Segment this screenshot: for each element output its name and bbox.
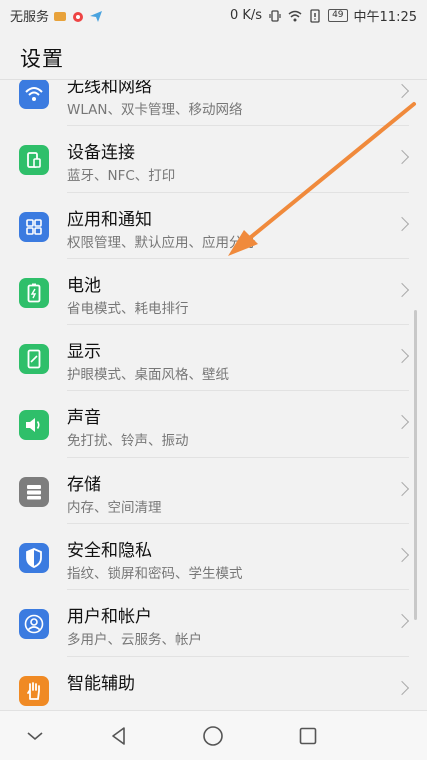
- settings-item-subtitle: 多用户、云服务、帐户: [67, 632, 202, 649]
- settings-item-title: 应用和通知: [67, 209, 152, 230]
- wifi-icon: [19, 80, 49, 109]
- settings-list-inner: 无线和网络 WLAN、双卡管理、移动网络 设备连接 蓝牙、NFC、打印 应用和通…: [0, 80, 427, 710]
- chevron-right-icon: [394, 415, 410, 430]
- weibo-icon: [73, 11, 84, 22]
- net-speed-text: 0 K/s: [229, 8, 263, 23]
- sim-alert-icon: [310, 8, 320, 23]
- settings-item-subtitle: 权限管理、默认应用、应用分身: [67, 234, 256, 251]
- settings-item-subtitle: 省电模式、耗电排行: [67, 300, 189, 317]
- chevron-right-icon: [394, 614, 410, 629]
- display-icon: [19, 344, 49, 375]
- time-text: 中午11:25: [353, 10, 417, 25]
- app-notification-icon: [54, 11, 67, 21]
- settings-item-security-privacy[interactable]: 安全和隐私 指纹、锁屏和密码、学生模式: [0, 524, 427, 591]
- chevron-right-icon: [394, 83, 410, 99]
- settings-item-apps-notifications[interactable]: 应用和通知 权限管理、默认应用、应用分身: [0, 193, 427, 259]
- chevron-down-icon[interactable]: [20, 721, 50, 751]
- sound-icon: [19, 410, 49, 441]
- header: 设置: [0, 30, 427, 80]
- settings-item-title: 电池: [67, 275, 101, 296]
- status-left: 无服务: [10, 6, 103, 25]
- settings-item-subtitle: 免打扰、铃声、振动: [67, 433, 189, 450]
- status-bar: 无服务 0 K/s 49 中午11:25: [0, 0, 427, 30]
- settings-item-title: 安全和隐私: [67, 541, 152, 562]
- settings-item-users-accounts[interactable]: 用户和帐户 多用户、云服务、帐户: [0, 590, 427, 657]
- settings-item-title: 无线和网络: [67, 80, 152, 97]
- scrollbar[interactable]: [414, 310, 417, 620]
- chevron-right-icon: [394, 282, 410, 297]
- settings-item-wireless[interactable]: 无线和网络 WLAN、双卡管理、移动网络: [0, 80, 427, 127]
- settings-item-title: 智能辅助: [67, 673, 135, 694]
- page-title: 设置: [20, 47, 64, 71]
- settings-item-storage[interactable]: 存储 内存、空间清理: [0, 458, 427, 525]
- settings-item-smart-assistance[interactable]: 智能辅助: [0, 657, 427, 710]
- home-circle-icon[interactable]: [198, 721, 228, 751]
- chevron-right-icon: [394, 150, 410, 165]
- settings-item-display[interactable]: 显示 护眼模式、桌面风格、壁纸: [0, 325, 427, 392]
- battery-icon: [19, 277, 49, 308]
- carrier-text: 无服务: [10, 10, 50, 25]
- chevron-right-icon: [394, 349, 410, 364]
- shield-icon: [19, 543, 49, 574]
- chevron-right-icon: [394, 216, 410, 231]
- settings-item-title: 用户和帐户: [67, 607, 152, 628]
- user-icon: [19, 609, 49, 640]
- hand-icon: [19, 675, 49, 706]
- device-connect-icon: [19, 145, 49, 176]
- apps-icon: [19, 211, 49, 242]
- settings-item-battery[interactable]: 电池 省电模式、耗电排行: [0, 259, 427, 326]
- recent-square-icon[interactable]: [293, 721, 323, 751]
- wifi-status-icon: [288, 10, 302, 21]
- chevron-right-icon: [394, 481, 410, 496]
- vibrate-icon: [269, 9, 281, 22]
- chevron-right-icon: [394, 680, 410, 695]
- settings-item-title: 存储: [67, 474, 101, 495]
- settings-item-subtitle: 指纹、锁屏和密码、学生模式: [67, 566, 243, 583]
- settings-item-subtitle: 护眼模式、桌面风格、壁纸: [67, 367, 229, 384]
- settings-list[interactable]: 无线和网络 WLAN、双卡管理、移动网络 设备连接 蓝牙、NFC、打印 应用和通…: [0, 80, 427, 710]
- back-triangle-icon[interactable]: [104, 721, 134, 751]
- storage-icon: [19, 476, 49, 507]
- settings-item-title: 声音: [67, 408, 101, 429]
- battery-level: 49: [328, 9, 348, 22]
- settings-item-device-connection[interactable]: 设备连接 蓝牙、NFC、打印: [0, 126, 427, 193]
- chevron-right-icon: [394, 548, 410, 563]
- status-right: 0 K/s 49 中午11:25: [230, 6, 417, 25]
- settings-item-sound[interactable]: 声音 免打扰、铃声、振动: [0, 391, 427, 458]
- settings-item-title: 显示: [67, 342, 101, 363]
- settings-item-subtitle: WLAN、双卡管理、移动网络: [67, 102, 243, 118]
- settings-item-title: 设备连接: [67, 143, 135, 164]
- paper-plane-icon: [90, 10, 103, 22]
- settings-item-subtitle: 内存、空间清理: [67, 499, 162, 516]
- settings-item-subtitle: 蓝牙、NFC、打印: [67, 168, 176, 185]
- navigation-bar: [0, 710, 427, 760]
